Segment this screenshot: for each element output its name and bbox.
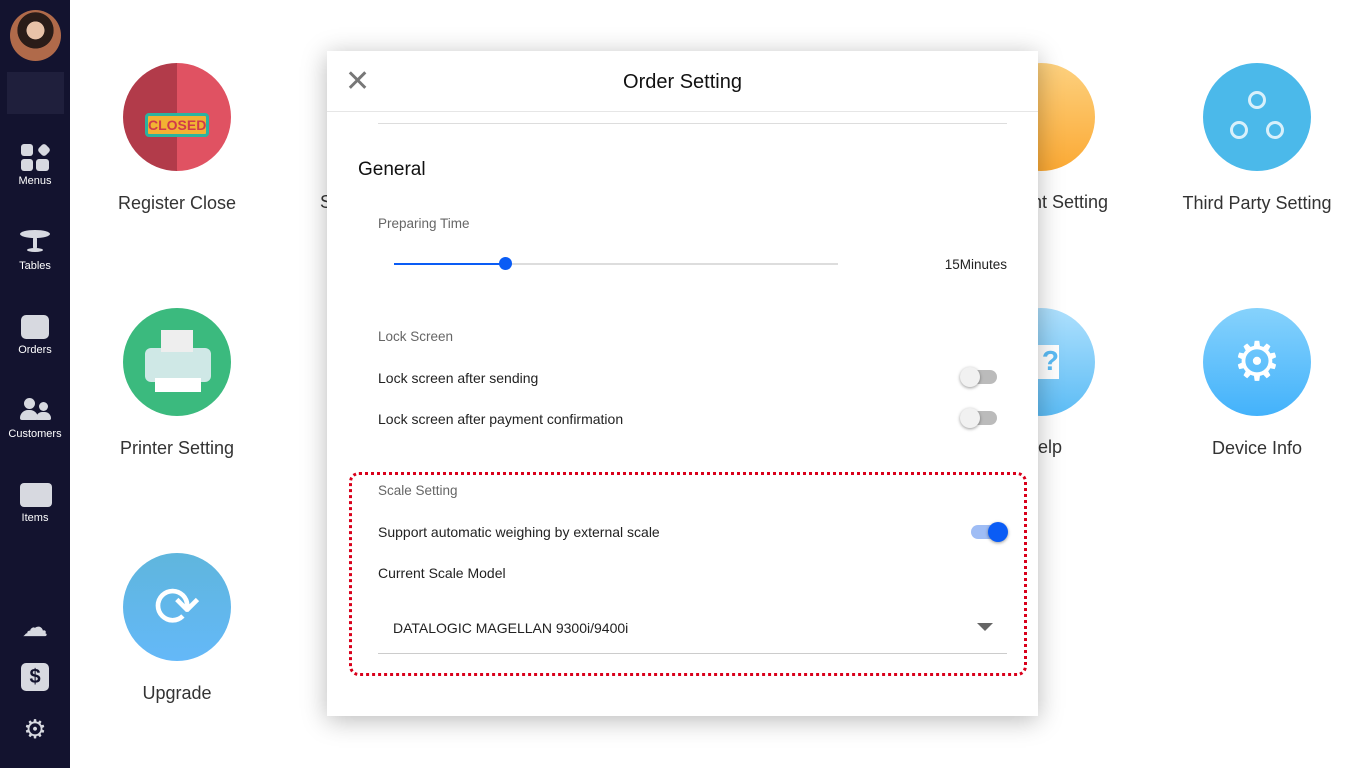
close-icon[interactable]: ✕ xyxy=(345,67,370,97)
sidebar-item-label: Menus xyxy=(18,175,52,187)
items-icon xyxy=(20,480,52,508)
scale-support-toggle[interactable] xyxy=(971,522,1008,542)
cash-drawer-icon[interactable]: $ xyxy=(18,662,52,692)
tile-register-close[interactable]: CLOSED Register Close xyxy=(87,63,267,214)
closed-sign-icon: CLOSED xyxy=(123,63,231,171)
dropdown-arrow-icon xyxy=(977,623,993,631)
slider-thumb[interactable] xyxy=(499,257,512,270)
menus-icon xyxy=(20,142,52,171)
scale-model-value: DATALOGIC MAGELLAN 9300i/9400i xyxy=(393,620,629,636)
sidebar-item-tables[interactable]: Tables xyxy=(0,228,70,272)
sidebar: Menus Tables Orders Customers Items ☁ $ … xyxy=(0,0,70,768)
sidebar-item-label: Customers xyxy=(8,428,62,440)
lock-after-sending-toggle[interactable] xyxy=(960,367,997,387)
scale-model-label: Current Scale Model xyxy=(378,565,506,581)
refresh-icon: ⟳ xyxy=(123,553,231,661)
sidebar-item-label: Tables xyxy=(19,260,51,272)
store-name-blurred xyxy=(7,72,64,114)
customers-icon xyxy=(20,396,51,424)
tile-upgrade[interactable]: ⟳ Upgrade xyxy=(87,553,267,704)
gear-icon[interactable]: ⚙ xyxy=(18,714,52,744)
sidebar-item-label: Items xyxy=(21,512,49,524)
lock-after-payment-label: Lock screen after payment confirmation xyxy=(378,411,624,427)
section-title: General xyxy=(358,159,426,180)
order-setting-dialog: ✕ Order Setting General Preparing Time 1… xyxy=(327,51,1038,716)
lock-after-sending-label: Lock screen after sending xyxy=(378,370,539,386)
share-nodes-icon xyxy=(1203,63,1311,171)
lock-after-payment-toggle[interactable] xyxy=(960,408,997,428)
sidebar-item-label: Orders xyxy=(18,344,52,356)
tile-label-partial: elp xyxy=(1038,437,1063,457)
orders-icon xyxy=(20,312,50,340)
scale-model-select[interactable]: DATALOGIC MAGELLAN 9300i/9400i xyxy=(378,601,1007,654)
preparing-time-label: Preparing Time xyxy=(378,216,470,231)
printer-icon xyxy=(123,308,231,416)
tile-printer-setting[interactable]: Printer Setting xyxy=(87,308,267,459)
lock-screen-label: Lock Screen xyxy=(378,329,454,344)
divider xyxy=(378,123,1007,124)
sidebar-item-orders[interactable]: Orders xyxy=(0,312,70,356)
sidebar-item-customers[interactable]: Customers xyxy=(0,396,70,440)
table-icon xyxy=(20,228,50,256)
cloud-check-icon[interactable]: ☁ xyxy=(18,612,52,642)
preparing-time-value: 15Minutes xyxy=(944,257,1007,272)
scale-support-label: Support automatic weighing by external s… xyxy=(378,524,660,540)
scale-setting-label: Scale Setting xyxy=(378,483,458,498)
tile-label-partial: nt Setting xyxy=(1032,192,1109,212)
slider-fill xyxy=(394,263,505,265)
avatar[interactable] xyxy=(10,10,61,61)
gear-icon: ⚙ xyxy=(1203,308,1311,416)
dialog-title: Order Setting xyxy=(623,71,742,93)
tile-device-info[interactable]: ⚙ Device Info xyxy=(1167,308,1347,459)
preparing-time-slider[interactable] xyxy=(394,257,838,270)
dialog-header: ✕ Order Setting xyxy=(327,51,1038,112)
tile-third-party-setting[interactable]: Third Party Setting xyxy=(1167,63,1347,214)
sidebar-item-menus[interactable]: Menus xyxy=(0,142,70,187)
sidebar-item-items[interactable]: Items xyxy=(0,480,70,524)
